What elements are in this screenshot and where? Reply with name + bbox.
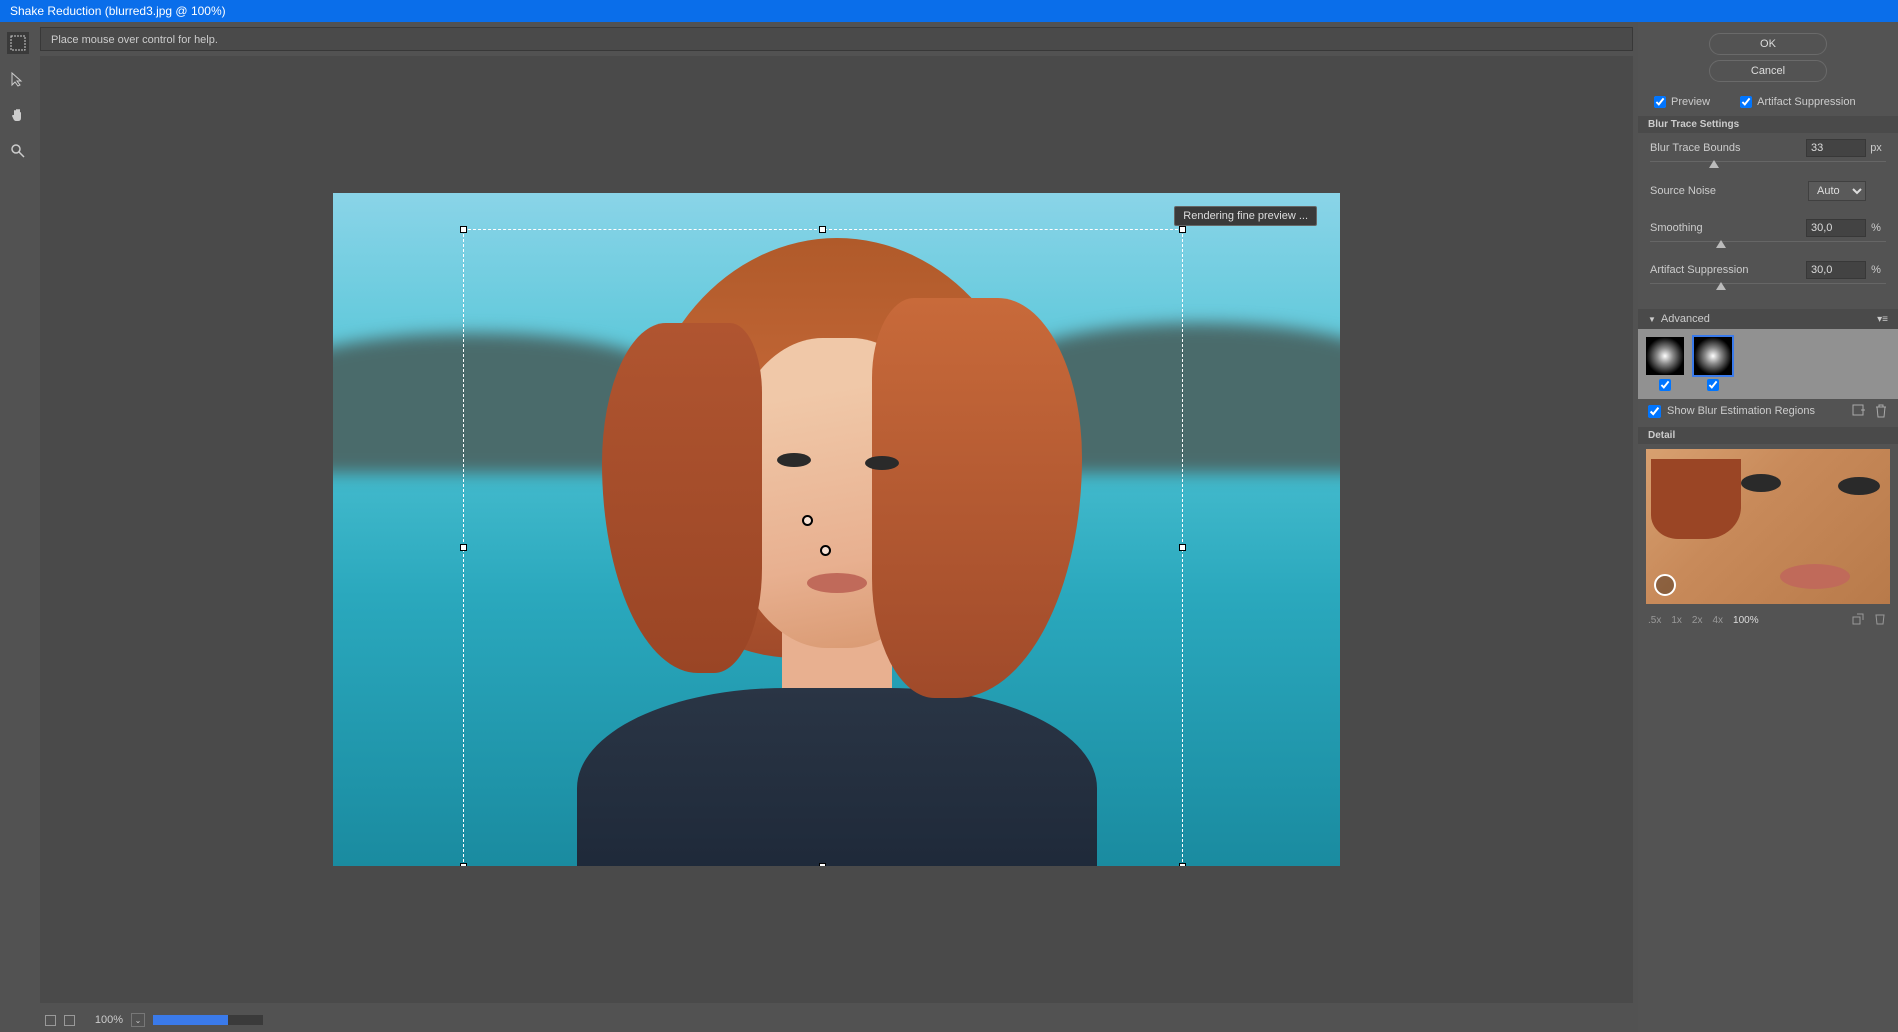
view-mode-icon-2[interactable] [64, 1015, 75, 1026]
detail-delete-icon[interactable] [1874, 613, 1888, 627]
blur-estimation-tool[interactable] [7, 32, 29, 54]
zoom-1x[interactable]: 1x [1671, 615, 1682, 626]
window-titlebar: Shake Reduction (blurred3.jpg @ 100%) [0, 0, 1898, 22]
detail-preview[interactable] [1646, 449, 1890, 604]
resize-handle-mr[interactable] [1179, 544, 1186, 551]
canvas-area[interactable]: Rendering fine preview ... [40, 56, 1633, 1003]
window-title: Shake Reduction (blurred3.jpg @ 100%) [10, 4, 226, 18]
artifact-suppression-label: Artifact Suppression [1650, 264, 1806, 276]
resize-handle-tl[interactable] [460, 226, 467, 233]
blur-trace-bounds-slider[interactable] [1650, 161, 1886, 171]
left-toolbar [0, 22, 35, 1032]
progress-bar [153, 1015, 263, 1025]
preview-checkbox[interactable]: Preview [1654, 96, 1710, 108]
zoom-4x[interactable]: 4x [1712, 615, 1723, 626]
smoothing-slider[interactable] [1650, 241, 1886, 251]
panel-menu-icon[interactable]: ▾≡ [1877, 314, 1888, 325]
help-bar: Place mouse over control for help. [40, 27, 1633, 51]
zoom-2x[interactable]: 2x [1692, 615, 1703, 626]
blur-region-pin-2[interactable] [820, 545, 831, 556]
zoom-level-input[interactable] [83, 1014, 123, 1026]
cancel-button[interactable]: Cancel [1709, 60, 1827, 82]
bottom-status-bar: ⌄ [35, 1008, 1638, 1032]
detail-loupe-icon[interactable] [1654, 574, 1676, 596]
direct-selection-tool[interactable] [7, 68, 29, 90]
blur-trace-thumb-2-enable[interactable] [1707, 379, 1719, 391]
smoothing-input[interactable] [1806, 219, 1866, 237]
detail-zoom-controls: .5x 1x 2x 4x 100% [1638, 609, 1898, 631]
resize-handle-bl[interactable] [460, 863, 467, 866]
delete-region-icon[interactable] [1874, 404, 1888, 418]
zoom-100[interactable]: 100% [1733, 615, 1759, 626]
detail-section-header: Detail [1638, 427, 1898, 444]
resize-handle-tc[interactable] [819, 226, 826, 233]
blur-trace-bounds-input[interactable] [1806, 139, 1866, 157]
blur-trace-bounds-label: Blur Trace Bounds [1650, 142, 1806, 154]
add-region-icon[interactable] [1852, 404, 1866, 418]
blur-trace-thumb-1-enable[interactable] [1659, 379, 1671, 391]
show-regions-checkbox[interactable] [1648, 405, 1661, 418]
ok-button[interactable]: OK [1709, 33, 1827, 55]
blur-trace-thumbnails [1638, 329, 1898, 399]
resize-handle-ml[interactable] [460, 544, 467, 551]
resize-handle-tr[interactable] [1179, 226, 1186, 233]
render-status-badge: Rendering fine preview ... [1174, 206, 1317, 226]
artifact-suppression-checkbox[interactable]: Artifact Suppression [1740, 96, 1855, 108]
collapse-icon: ▼ [1648, 315, 1656, 324]
artifact-suppression-slider[interactable] [1650, 283, 1886, 293]
document-preview[interactable]: Rendering fine preview ... [333, 193, 1340, 866]
artifact-suppression-input[interactable] [1806, 261, 1866, 279]
zoom-half[interactable]: .5x [1648, 615, 1661, 626]
zoom-dropdown[interactable]: ⌄ [131, 1013, 145, 1027]
undock-icon[interactable] [1852, 613, 1866, 627]
blur-trace-thumb-2[interactable] [1694, 337, 1732, 375]
blur-trace-section-header: Blur Trace Settings [1638, 116, 1898, 133]
zoom-tool[interactable] [7, 140, 29, 162]
source-noise-label: Source Noise [1650, 185, 1808, 197]
help-text: Place mouse over control for help. [51, 34, 218, 46]
right-panel: OK Cancel Preview Artifact Suppression B… [1638, 22, 1898, 1032]
blur-trace-thumb-1[interactable] [1646, 337, 1684, 375]
source-noise-select[interactable]: Auto [1808, 181, 1866, 201]
resize-handle-br[interactable] [1179, 863, 1186, 866]
resize-handle-bc[interactable] [819, 863, 826, 866]
advanced-section-header[interactable]: ▼ Advanced ▾≡ [1638, 309, 1898, 329]
view-mode-icon-1[interactable] [45, 1015, 56, 1026]
blur-region-pin-1[interactable] [802, 515, 813, 526]
smoothing-label: Smoothing [1650, 222, 1806, 234]
hand-tool[interactable] [7, 104, 29, 126]
